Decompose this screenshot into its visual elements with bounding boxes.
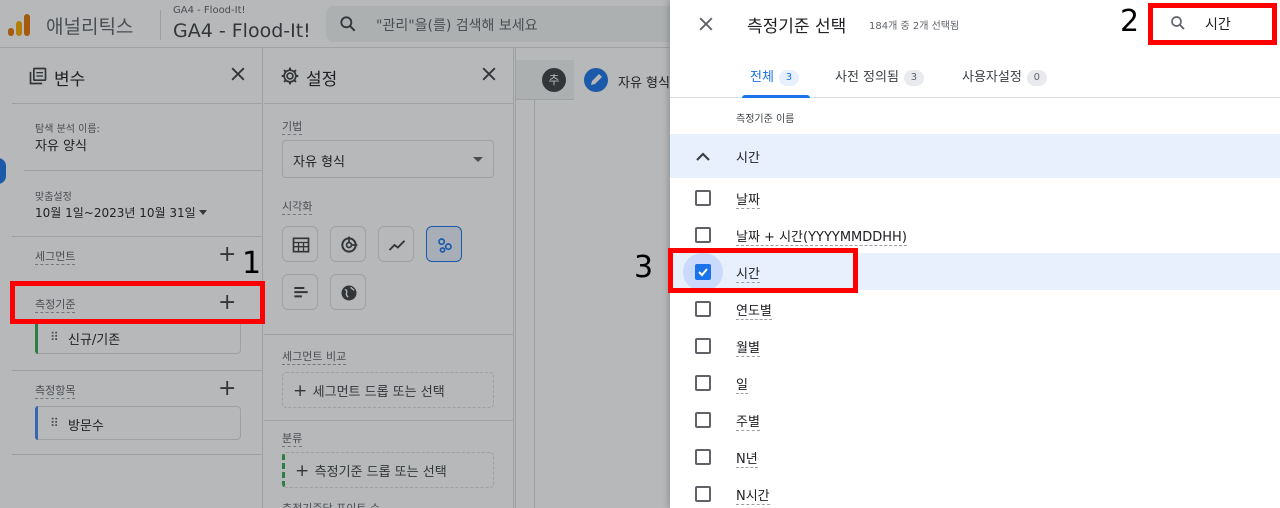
item-label: N년 (736, 448, 758, 468)
checkbox[interactable] (695, 412, 711, 428)
tab-count-badge: 0 (1026, 70, 1047, 86)
column-header: 측정기준 이름 (736, 114, 795, 125)
drawer-title: 측정기준 선택 (747, 17, 847, 37)
modal-scrim[interactable] (0, 0, 670, 508)
checkbox[interactable] (695, 227, 711, 243)
chevron-up-icon (696, 152, 710, 161)
tab-custom[interactable]: 사용자설정 0 (962, 66, 1047, 86)
annotation-number-2: 2 (1120, 4, 1140, 39)
list-item[interactable]: 연도별 (670, 290, 1280, 327)
checkbox[interactable] (695, 375, 711, 391)
list-item[interactable]: N년 (670, 438, 1280, 475)
active-tab-indicator (742, 95, 810, 98)
group-header-time[interactable]: 시간 (670, 134, 1280, 178)
tab-count-badge: 3 (778, 70, 799, 86)
item-label: 날짜 (736, 189, 760, 209)
selected-count: 184개 중 2개 선택됨 (869, 21, 960, 32)
close-icon[interactable] (696, 14, 716, 34)
annotation-number-1: 1 (242, 246, 262, 281)
item-label: 주별 (736, 411, 760, 431)
category-tabs: 전체 3 사전 정의됨 3 사용자설정 0 (670, 50, 1280, 98)
item-label: N시간 (736, 485, 770, 505)
dimension-picker-drawer: 측정기준 선택 184개 중 2개 선택됨 2 시간 전체 3 사전 정의됨 3 사… (668, 0, 1280, 508)
list-item[interactable]: 월별 (670, 327, 1280, 364)
tab-count-badge: 3 (903, 70, 924, 86)
list-item[interactable]: 주별 (670, 401, 1280, 438)
annotation-box-2 (1148, 3, 1277, 45)
checkbox[interactable] (695, 486, 711, 502)
group-label: 시간 (736, 151, 760, 166)
item-label: 일 (736, 374, 748, 394)
annotation-box-3 (668, 248, 858, 293)
checkbox[interactable] (695, 301, 711, 317)
checkbox[interactable] (695, 449, 711, 465)
item-label: 날짜 + 시간(YYYYMMDDHH) (736, 226, 907, 246)
list-item[interactable]: 날짜 (670, 179, 1280, 216)
list-item[interactable]: N시간 (670, 475, 1280, 508)
list-item[interactable]: 일 (670, 364, 1280, 401)
tab-all[interactable]: 전체 3 (750, 66, 799, 86)
checkbox[interactable] (695, 338, 711, 354)
annotation-number-3: 3 (634, 250, 654, 285)
item-label: 연도별 (736, 300, 772, 320)
tab-predefined[interactable]: 사전 정의됨 3 (835, 66, 924, 86)
checkbox[interactable] (695, 190, 711, 206)
annotation-box-1 (10, 281, 265, 324)
item-label: 월별 (736, 337, 760, 357)
